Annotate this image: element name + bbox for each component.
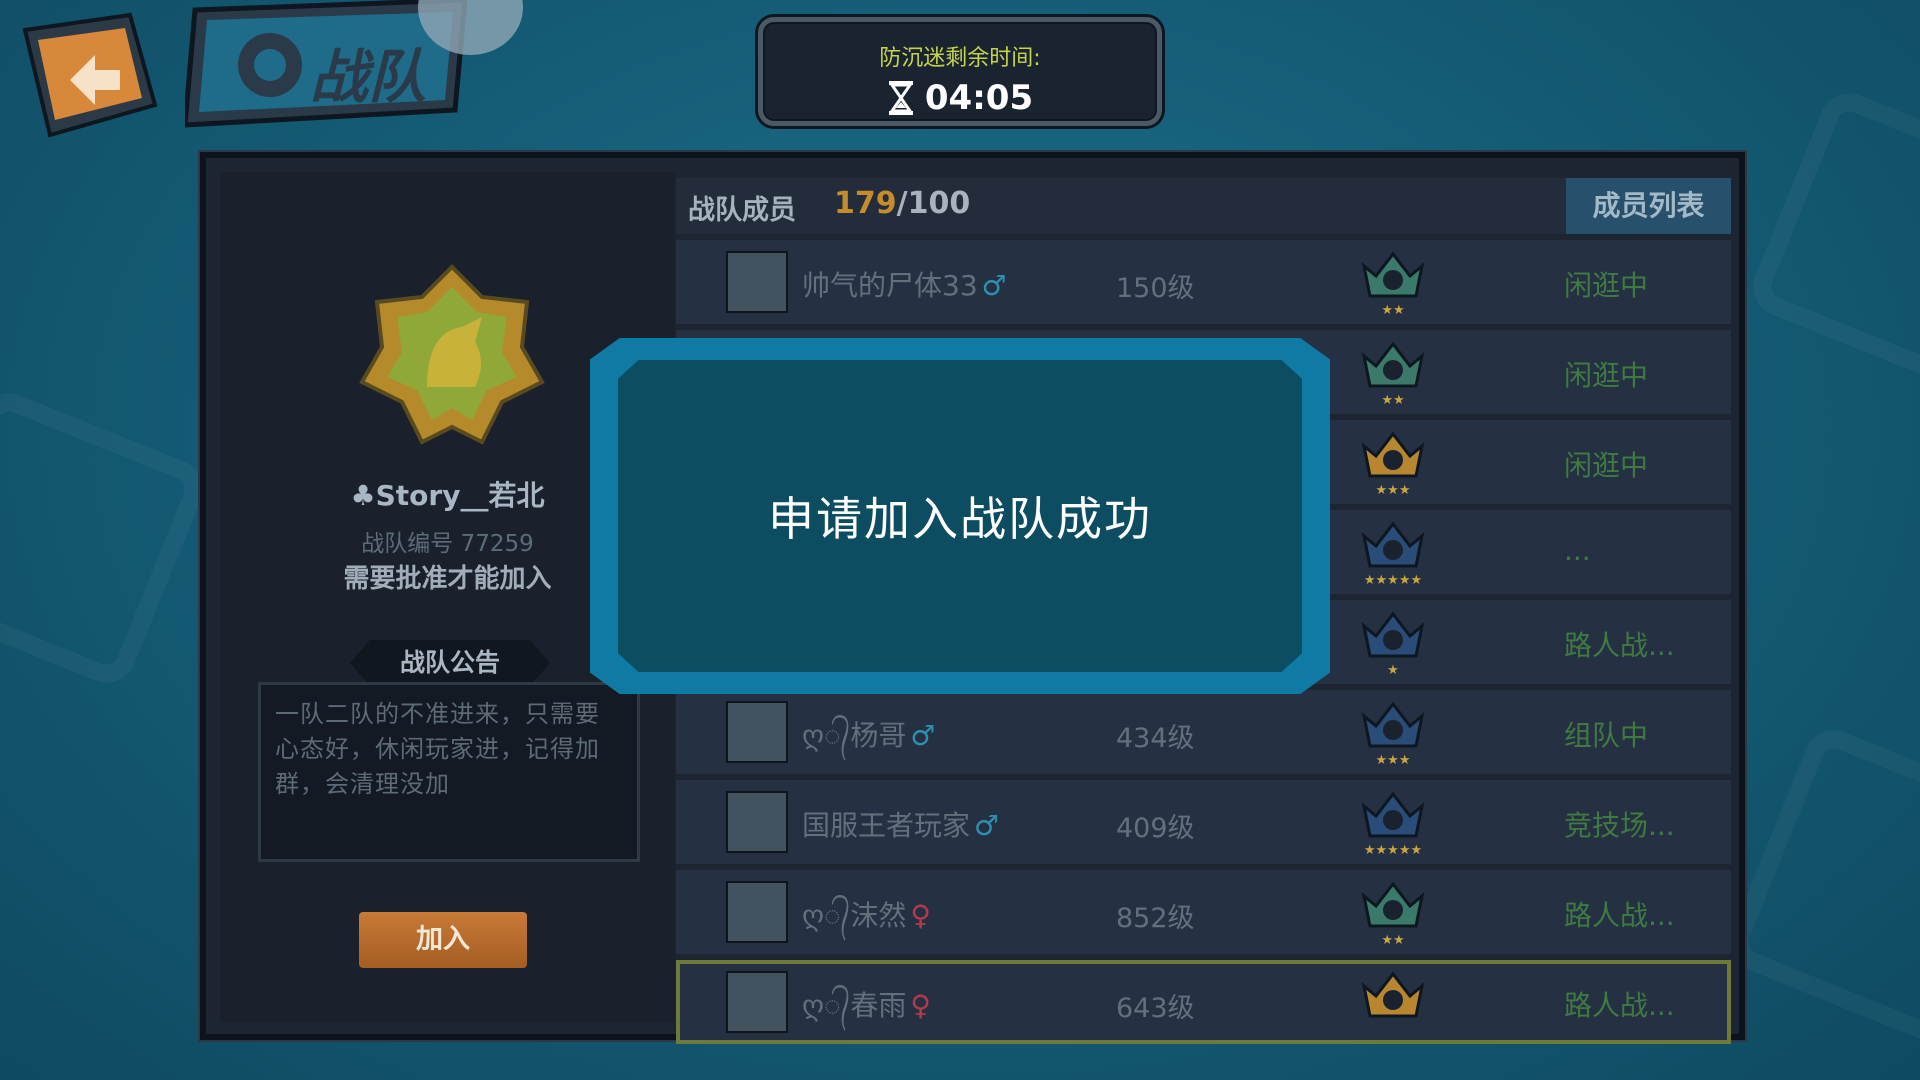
member-status: 闲逛中 xyxy=(1564,449,1649,482)
team-badge-icon xyxy=(359,264,545,445)
member-status: 组队中 xyxy=(1564,719,1649,752)
member-name-text: 帅气的尸体33 xyxy=(802,269,978,302)
gender-icon: ♂ xyxy=(910,719,936,752)
member-status: ... xyxy=(1564,534,1591,567)
page-title: 战队 xyxy=(310,43,427,111)
member-avatar[interactable] xyxy=(726,701,788,763)
anti-addiction-timer: 防沉迷剩余时间: 04:05 xyxy=(758,17,1162,126)
gender-icon: ♂ xyxy=(974,809,1000,842)
success-dialog[interactable]: 申请加入战队成功 xyxy=(590,338,1330,694)
timer-label: 防沉迷剩余时间: xyxy=(879,46,1041,71)
member-avatar[interactable] xyxy=(726,971,788,1033)
timer-value: 04:05 xyxy=(924,78,1034,118)
rank-stars: ★★ xyxy=(1381,393,1404,408)
member-level: 852级 xyxy=(1116,903,1195,934)
member-status: 闲逛中 xyxy=(1564,269,1649,302)
background-pattern xyxy=(0,384,212,692)
member-status: 竞技场... xyxy=(1564,809,1675,842)
back-button[interactable] xyxy=(10,10,160,140)
rank-stars: ★★ xyxy=(1381,933,1404,948)
member-name: 国服王者玩家 ♂ xyxy=(802,804,999,844)
member-count-max: 100 xyxy=(907,186,971,221)
member-name: ღ᭄杨哥 ♂ xyxy=(802,714,936,766)
member-level: 434级 xyxy=(1116,723,1195,754)
members-title: 战队成员 xyxy=(688,195,796,226)
rank-badge-icon: ★★★★★ xyxy=(1361,791,1425,858)
notice-text: 一队二队的不准进来，只需要心态好，休闲玩家进，记得加群，会清理没加 xyxy=(258,682,640,862)
member-avatar[interactable] xyxy=(726,791,788,853)
member-status: 闲逛中 xyxy=(1564,359,1649,392)
member-status: 路人战... xyxy=(1564,629,1675,662)
member-row[interactable]: 帅气的尸体33 ♂ 150级 ★★ 闲逛中 xyxy=(676,240,1731,324)
background-pattern xyxy=(1721,721,1920,1055)
rank-badge-icon: ★★ xyxy=(1361,251,1425,318)
member-level: 643级 xyxy=(1116,993,1195,1024)
member-count-current: 179 xyxy=(834,186,897,221)
member-avatar[interactable] xyxy=(726,251,788,313)
member-name-text: 国服王者玩家 xyxy=(802,809,971,842)
rank-badge-icon: ★★★ xyxy=(1361,431,1425,498)
rank-stars: ★★★ xyxy=(1376,753,1411,768)
member-name: ღ᭄春雨 ♀ xyxy=(802,984,931,1036)
gender-icon: ♀ xyxy=(910,899,931,932)
member-status: 路人战... xyxy=(1564,899,1675,932)
rank-stars: ★★★★★ xyxy=(1364,573,1422,588)
join-button[interactable]: 加入 xyxy=(359,912,527,968)
background-pattern xyxy=(1744,84,1920,392)
rank-badge-icon: ★★★ xyxy=(1361,701,1425,768)
member-row[interactable]: ღ᭄沫然 ♀ 852级 ★★ 路人战... xyxy=(676,870,1731,954)
member-row[interactable]: ღ᭄杨哥 ♂ 434级 ★★★ 组队中 xyxy=(676,690,1731,774)
member-name-text: ღ᭄春雨 xyxy=(802,989,907,1022)
rank-badge-icon xyxy=(1361,971,1425,1018)
rank-badge-icon: ★★★★★ xyxy=(1361,521,1425,588)
gender-icon: ♂ xyxy=(981,269,1007,302)
rank-stars: ★★ xyxy=(1381,303,1404,318)
hourglass-icon xyxy=(888,81,913,115)
notice-title: 战队公告 xyxy=(350,640,550,686)
member-name: 帅气的尸体33 ♂ xyxy=(802,264,1007,304)
member-row[interactable]: ღ᭄春雨 ♀ 643级 路人战... xyxy=(676,960,1731,1044)
members-header: 战队成员 179/100 成员列表 xyxy=(676,178,1731,234)
member-name-text: ღ᭄杨哥 xyxy=(802,719,907,752)
member-name-text: ღ᭄沫然 xyxy=(802,899,907,932)
member-level: 150级 xyxy=(1116,273,1195,304)
tab-member-list[interactable]: 成员列表 xyxy=(1566,178,1731,234)
member-row[interactable]: 国服王者玩家 ♂ 409级 ★★★★★ 竞技场... xyxy=(676,780,1731,864)
gender-icon: ♀ xyxy=(910,989,931,1022)
member-count-sep: / xyxy=(896,186,908,221)
dialog-message: 申请加入战队成功 xyxy=(768,492,1152,546)
rank-badge-icon: ★★ xyxy=(1361,881,1425,948)
member-status: 路人战... xyxy=(1564,989,1675,1022)
rank-stars: ★★★★★ xyxy=(1364,843,1422,858)
rank-stars: ★ xyxy=(1387,663,1399,678)
member-avatar[interactable] xyxy=(726,881,788,943)
rank-badge-icon: ★★ xyxy=(1361,341,1425,408)
member-level: 409级 xyxy=(1116,813,1195,844)
rank-badge-icon: ★ xyxy=(1361,611,1425,678)
member-name: ღ᭄沫然 ♀ xyxy=(802,894,931,946)
member-count: 179/100 xyxy=(834,186,970,221)
rank-stars: ★★★ xyxy=(1376,483,1411,498)
